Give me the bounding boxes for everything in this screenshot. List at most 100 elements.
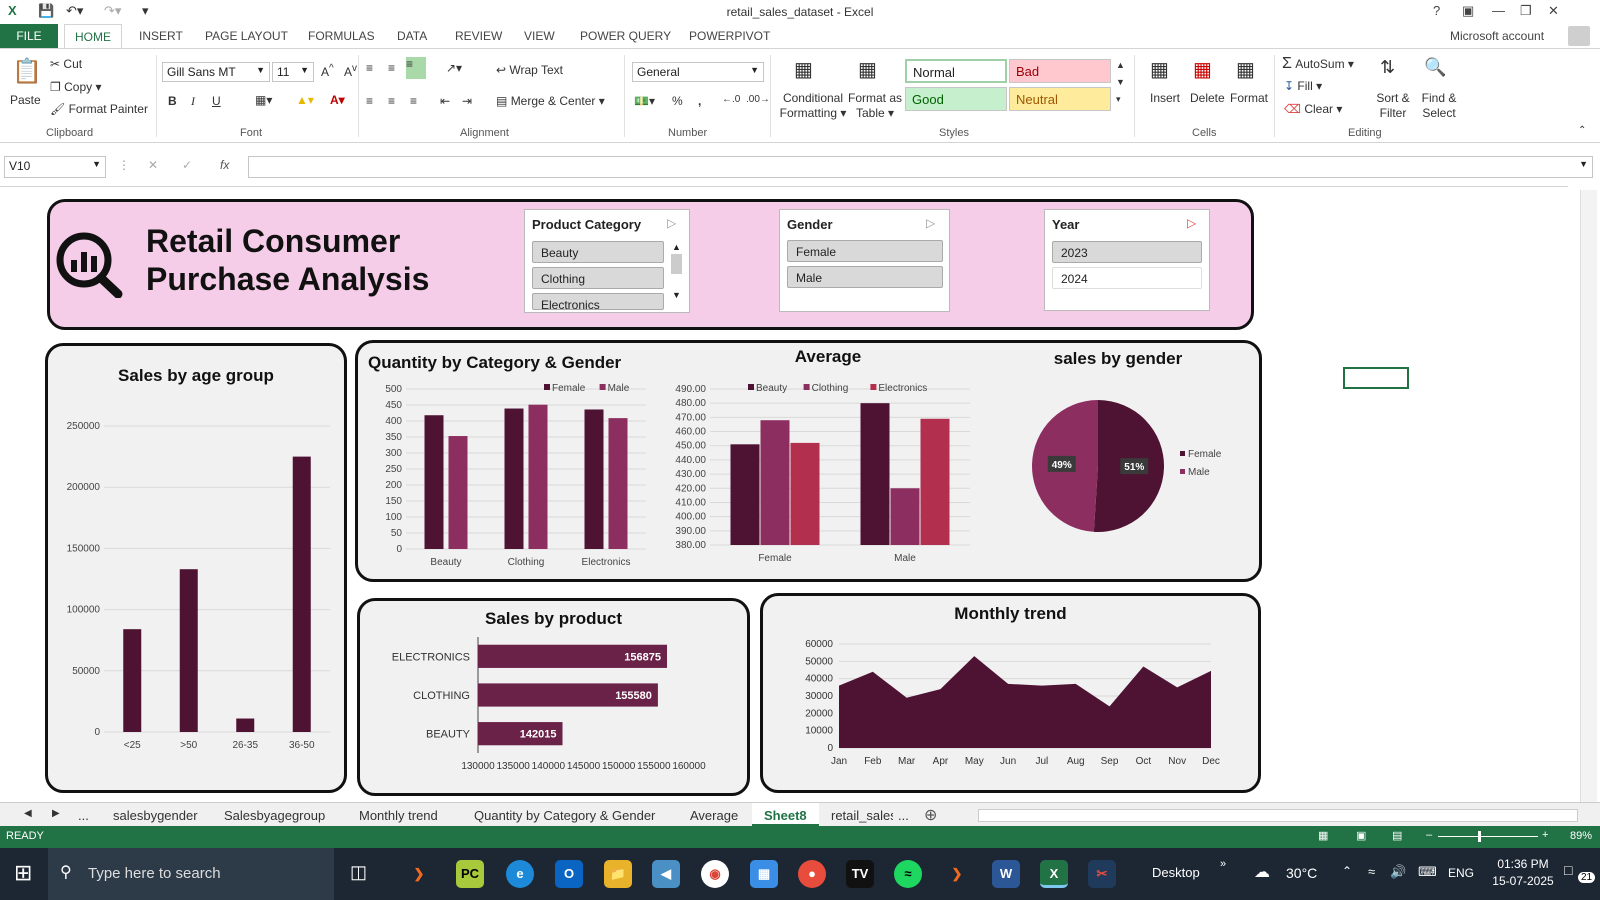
slicer-item-2023[interactable]: 2023 [1052, 241, 1202, 263]
format-painter-button[interactable]: 🖌 Format Painter [50, 102, 148, 116]
underline-button[interactable]: U [212, 94, 221, 108]
next-sheet-icon[interactable]: ▶ [52, 808, 60, 819]
app-icon-orange[interactable]: ❯ [405, 860, 433, 888]
insert-cells-button[interactable]: Insert [1150, 91, 1180, 105]
vertical-scrollbar[interactable] [1580, 190, 1597, 802]
sheet-tab-more[interactable]: ... [78, 808, 89, 823]
fill-button[interactable]: ↧ Fill ▾ [1284, 79, 1322, 93]
increase-indent-icon[interactable]: ⇥ [462, 94, 472, 108]
comma-button[interactable]: , [698, 94, 701, 108]
style-bad[interactable]: Bad [1009, 59, 1111, 83]
clear-filter-icon[interactable]: ▷ [667, 216, 676, 230]
tab-formulas[interactable]: FORMULAS [308, 29, 375, 43]
sheet-tab-retail-sales[interactable]: retail_sales [831, 808, 893, 823]
show-hidden-icons[interactable]: ⌃ [1342, 864, 1352, 878]
tab-home[interactable]: HOME [64, 24, 122, 48]
clear-button[interactable]: ⌫ Clear ▾ [1284, 102, 1342, 116]
sheet-tab-quantity[interactable]: Quantity by Category & Gender [474, 808, 655, 823]
italic-button[interactable]: I [191, 94, 195, 109]
normal-view-icon[interactable]: ▦ [1318, 829, 1328, 842]
volume-icon[interactable]: 🔊 [1390, 864, 1406, 880]
paste-button[interactable]: Paste [10, 93, 41, 107]
chevrons-icon[interactable]: » [1220, 858, 1226, 870]
restore-icon[interactable]: ❐ [1520, 3, 1532, 19]
bold-button[interactable]: B [168, 94, 177, 108]
autosum-button[interactable]: Σ AutoSum ▾ [1282, 55, 1354, 73]
tab-data[interactable]: DATA [397, 29, 427, 43]
align-top-icon[interactable]: ≡ [366, 61, 373, 75]
language-indicator[interactable]: ENG [1448, 866, 1474, 880]
edge-icon[interactable]: e [506, 860, 534, 888]
align-middle-icon[interactable]: ≡ [388, 61, 395, 75]
spotify-icon[interactable]: ≈ [894, 860, 922, 888]
page-break-view-icon[interactable]: ▤ [1392, 829, 1402, 842]
style-normal[interactable]: Normal [905, 59, 1007, 83]
delete-cells-icon[interactable]: ▦ [1193, 57, 1212, 82]
app-icon-orange-2[interactable]: ❯ [943, 860, 971, 888]
network-icon[interactable]: ≈ [1368, 864, 1375, 879]
scroll-thumb[interactable] [671, 254, 682, 274]
orientation-icon[interactable]: ↗▾ [446, 61, 462, 75]
font-size-select[interactable]: 11 ▼ [272, 62, 314, 82]
chrome-icon[interactable]: ◉ [701, 860, 729, 888]
sheet-tab-salesbyagegroup[interactable]: Salesbyagegroup [224, 808, 325, 823]
temperature[interactable]: 30°C [1286, 865, 1317, 881]
avatar[interactable] [1568, 26, 1590, 46]
number-format-select[interactable]: General ▼ [632, 62, 764, 82]
styles-scroll-icon[interactable]: ▲ ▼ ▾ [1116, 57, 1125, 108]
scroll-up-icon[interactable]: ▲ [670, 242, 683, 252]
slicer-year[interactable]: Year ▷ 2023 2024 [1044, 209, 1210, 311]
align-center-icon[interactable]: ≡ [388, 94, 395, 108]
prev-sheet-icon[interactable]: ◀ [24, 808, 32, 819]
excel-icon[interactable]: X [1040, 860, 1068, 888]
tab-insert[interactable]: INSERT [139, 29, 183, 43]
font-color-icon[interactable]: A▾ [330, 93, 345, 107]
borders-icon[interactable]: ▦▾ [255, 93, 272, 107]
task-view-icon[interactable]: ◫ [350, 862, 367, 883]
conditional-formatting-button[interactable]: Conditional Formatting ▾ [776, 91, 850, 121]
align-bottom-icon[interactable]: ≡ [406, 57, 426, 79]
outlook-icon[interactable]: O [555, 860, 583, 888]
selected-cell[interactable] [1343, 367, 1409, 389]
format-cells-button[interactable]: Format [1230, 91, 1268, 105]
format-as-table-icon[interactable]: ▦ [858, 57, 877, 82]
slicer-scrollbar[interactable]: ▲ ▼ [670, 242, 683, 308]
clear-filter-icon[interactable]: ▷ [926, 216, 935, 230]
wrap-text-button[interactable]: ↩ Wrap Text [496, 63, 563, 77]
merge-center-button[interactable]: ▤ Merge & Center ▾ [496, 94, 605, 108]
sheet-tab-salesbygender[interactable]: salesbygender [113, 808, 198, 823]
close-icon[interactable]: ✕ [1548, 3, 1559, 19]
confirm-entry-icon[interactable]: ✓ [182, 158, 192, 172]
slicer-item-male[interactable]: Male [787, 266, 943, 288]
desktop-toolbar[interactable]: Desktop [1152, 865, 1200, 880]
binoculars-icon[interactable]: 🔍 [1424, 57, 1446, 78]
help-icon[interactable]: ? [1433, 3, 1440, 18]
insert-function-button[interactable]: fx [220, 158, 229, 172]
pycharm-icon[interactable]: PC [456, 860, 484, 888]
zoom-level[interactable]: 89% [1570, 830, 1592, 842]
minimize-icon[interactable]: — [1492, 3, 1505, 18]
tab-power-query[interactable]: POWER QUERY [580, 29, 671, 43]
sheet-tab-sheet8[interactable]: Sheet8 [752, 803, 819, 826]
decrease-indent-icon[interactable]: ⇤ [440, 94, 450, 108]
style-good[interactable]: Good [905, 87, 1007, 111]
ribbon-display-icon[interactable]: ▣ [1462, 3, 1474, 19]
sheet-tab-monthly-trend[interactable]: Monthly trend [359, 808, 438, 823]
zoom-slider[interactable] [1438, 836, 1538, 837]
decrease-decimal-icon[interactable]: .00→ [746, 94, 770, 105]
grow-font-icon[interactable]: A^ [321, 63, 334, 79]
conditional-formatting-icon[interactable]: ▦ [794, 57, 813, 82]
font-name-select[interactable]: Gill Sans MT ▼ [162, 62, 270, 82]
insert-cells-icon[interactable]: ▦ [1150, 57, 1169, 82]
tab-view[interactable]: VIEW [524, 29, 555, 43]
name-box[interactable]: V10 ▼ [4, 156, 106, 178]
new-sheet-icon[interactable]: ⊕ [924, 805, 937, 825]
format-cells-icon[interactable]: ▦ [1236, 57, 1255, 82]
tab-file[interactable]: FILE [0, 24, 58, 48]
delete-cells-button[interactable]: Delete [1190, 91, 1225, 105]
slicer-product-category[interactable]: Product Category ▷ Beauty Clothing Elect… [524, 209, 690, 313]
more-sheets-icon[interactable]: ... [898, 808, 909, 823]
shrink-font-icon[interactable]: Av [344, 63, 357, 79]
slicer-item-2024[interactable]: 2024 [1052, 267, 1202, 289]
horizontal-scrollbar[interactable] [978, 809, 1578, 822]
